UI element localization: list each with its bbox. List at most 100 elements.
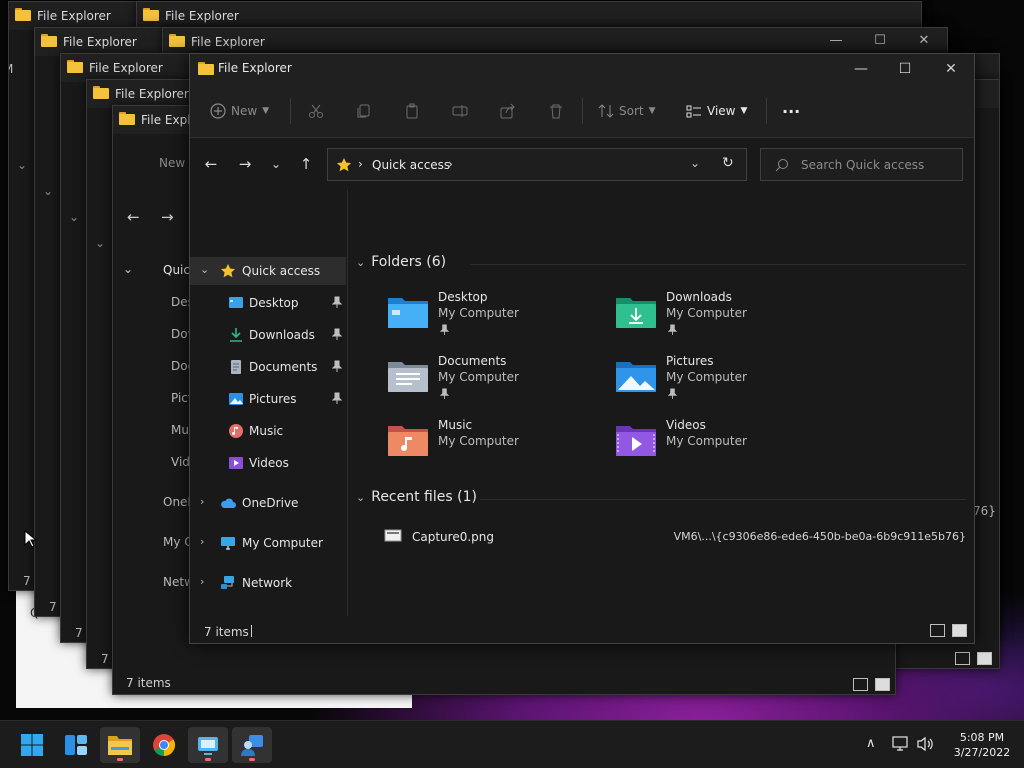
forward-arrow-icon[interactable]: → — [233, 154, 257, 174]
folder-name: Desktop — [438, 290, 488, 304]
nav-item-network[interactable]: › Network — [190, 569, 346, 597]
folder-icon — [67, 60, 83, 73]
details-view-icon[interactable] — [853, 678, 868, 691]
up-arrow-icon[interactable]: ↑ — [294, 154, 318, 174]
rename-button[interactable] — [452, 98, 468, 124]
remote-app-taskbar-button[interactable] — [188, 727, 228, 763]
chevron-down-icon[interactable]: ⌄ — [123, 262, 133, 276]
tiles-view-icon[interactable] — [977, 652, 992, 665]
chevron-down-icon[interactable]: ⌄ — [95, 236, 105, 250]
file-explorer-window[interactable]: File Explorer — ☐ ✕ New ▼ Sort ▼ View ▼ … — [189, 53, 975, 644]
chevron-down-icon[interactable]: ⌄ — [356, 491, 365, 504]
clipboard-icon — [406, 103, 418, 119]
chevron-down-icon[interactable]: ⌄ — [356, 256, 365, 269]
close-icon[interactable]: ✕ — [913, 32, 935, 50]
nav-fragment-videos[interactable]: Vid — [171, 455, 190, 469]
pin-icon[interactable] — [332, 360, 342, 372]
paste-button[interactable] — [404, 98, 420, 124]
maximize-button[interactable]: ☐ — [890, 58, 920, 80]
nav-item-my-computer[interactable]: › My Computer — [190, 529, 346, 557]
chevron-right-icon[interactable]: › — [200, 575, 204, 588]
refresh-icon[interactable]: ↻ — [722, 155, 734, 171]
nav-item-downloads[interactable]: Downloads — [190, 321, 346, 349]
address-bar-row: ← → ⌄ ↑ › Quick access › ⌄ ↻ Search Quic… — [190, 138, 974, 190]
chevron-right-icon[interactable]: › — [200, 495, 204, 508]
minimize-icon[interactable]: — — [825, 32, 847, 50]
sort-button[interactable]: Sort ▼ — [598, 98, 656, 124]
close-button[interactable]: ✕ — [936, 58, 966, 80]
back-arrow-icon[interactable]: ← — [127, 208, 140, 226]
chevron-right-icon[interactable]: › — [448, 157, 453, 171]
delete-button[interactable] — [548, 98, 564, 124]
recent-file-row[interactable]: Capture0.png VM6\...\{c9306e86-ede6-450b… — [380, 526, 970, 548]
start-button[interactable] — [12, 727, 52, 763]
windows-logo-icon — [21, 734, 43, 756]
volume-icon[interactable] — [917, 736, 935, 752]
chat-app-taskbar-button[interactable] — [232, 727, 272, 763]
folders-section-header[interactable]: ⌄ Folders (6) — [356, 254, 446, 270]
nav-item-onedrive[interactable]: › OneDrive — [190, 489, 346, 517]
recent-locations-chevron-icon[interactable]: ⌄ — [264, 154, 288, 174]
system-clock[interactable]: 5:08 PM 3/27/2022 — [944, 730, 1020, 760]
pin-icon — [440, 324, 449, 335]
document-icon — [231, 360, 241, 374]
command-bar: New ▼ Sort ▼ View ▼ ··· — [190, 84, 974, 138]
cut-button[interactable] — [308, 98, 324, 124]
search-input[interactable]: Search Quick access — [760, 148, 963, 181]
folder-tile-videos[interactable]: Videos My Computer — [614, 418, 834, 472]
back-arrow-icon[interactable]: ← — [199, 154, 223, 174]
pin-icon[interactable] — [332, 296, 342, 308]
titlebar[interactable]: File Explorer — ☐ ✕ — [190, 54, 974, 84]
folder-tile-downloads[interactable]: Downloads My Computer — [614, 290, 834, 344]
nav-fragment-music[interactable]: Mu — [171, 423, 189, 437]
pin-icon[interactable] — [332, 392, 342, 404]
chevron-down-icon[interactable]: ⌄ — [43, 184, 53, 198]
new-button[interactable]: New — [159, 156, 185, 170]
folder-name: Music — [438, 418, 473, 432]
new-button[interactable]: New ▼ — [210, 98, 269, 124]
chevron-down-icon[interactable]: ⌄ — [17, 158, 27, 172]
copy-button[interactable] — [356, 98, 372, 124]
cloud-icon — [221, 498, 236, 508]
minimize-button[interactable]: — — [846, 58, 876, 80]
chevron-right-icon[interactable]: › — [200, 535, 204, 548]
details-view-icon[interactable] — [930, 624, 945, 637]
folder-tile-pictures[interactable]: Pictures My Computer — [614, 354, 834, 408]
file-explorer-taskbar-button[interactable] — [100, 727, 140, 763]
forward-arrow-icon[interactable]: → — [161, 208, 174, 226]
view-button[interactable]: View ▼ — [686, 98, 747, 124]
titlebar[interactable]: File Explorer — ☐ ✕ — [163, 28, 947, 56]
nav-item-videos[interactable]: Videos — [190, 449, 346, 477]
folder-tile-documents[interactable]: Documents My Computer — [386, 354, 606, 408]
pin-icon — [440, 388, 449, 399]
pin-icon[interactable] — [332, 328, 342, 340]
breadcrumb-quick-access[interactable]: Quick access — [372, 158, 450, 172]
share-button[interactable] — [500, 98, 516, 124]
address-dropdown-icon[interactable]: ⌄ — [690, 156, 700, 170]
network-status-icon[interactable] — [892, 736, 910, 752]
clock-date: 3/27/2022 — [953, 746, 1011, 759]
nav-item-documents[interactable]: Documents — [190, 353, 346, 381]
nav-fragment-quick[interactable]: Quic — [163, 263, 190, 277]
nav-item-music[interactable]: Music — [190, 417, 346, 445]
chevron-down-icon: ▼ — [648, 106, 656, 116]
tiles-view-icon[interactable] — [952, 624, 967, 637]
folder-tile-music[interactable]: Music My Computer — [386, 418, 606, 472]
show-hidden-icons-chevron-icon[interactable]: ∧ — [866, 736, 876, 751]
folder-tile-desktop[interactable]: Desktop My Computer — [386, 290, 606, 344]
address-bar[interactable]: › Quick access › ⌄ ↻ — [327, 148, 747, 181]
nav-item-pictures[interactable]: Pictures — [190, 385, 346, 413]
divider — [470, 264, 966, 265]
chevron-down-icon[interactable]: ⌄ — [200, 263, 209, 276]
titlebar[interactable]: File Explorer — [137, 2, 921, 30]
chrome-taskbar-button[interactable] — [144, 727, 184, 763]
widgets-button[interactable] — [56, 727, 96, 763]
maximize-icon[interactable]: ☐ — [869, 32, 891, 50]
nav-item-quick-access[interactable]: ⌄ Quick access — [190, 257, 346, 285]
details-view-icon[interactable] — [955, 652, 970, 665]
tiles-view-icon[interactable] — [875, 678, 890, 691]
recent-files-section-header[interactable]: ⌄ Recent files (1) — [356, 489, 477, 505]
chevron-down-icon[interactable]: ⌄ — [69, 210, 79, 224]
more-options-button[interactable]: ··· — [782, 98, 800, 124]
nav-item-desktop[interactable]: Desktop — [190, 289, 346, 317]
